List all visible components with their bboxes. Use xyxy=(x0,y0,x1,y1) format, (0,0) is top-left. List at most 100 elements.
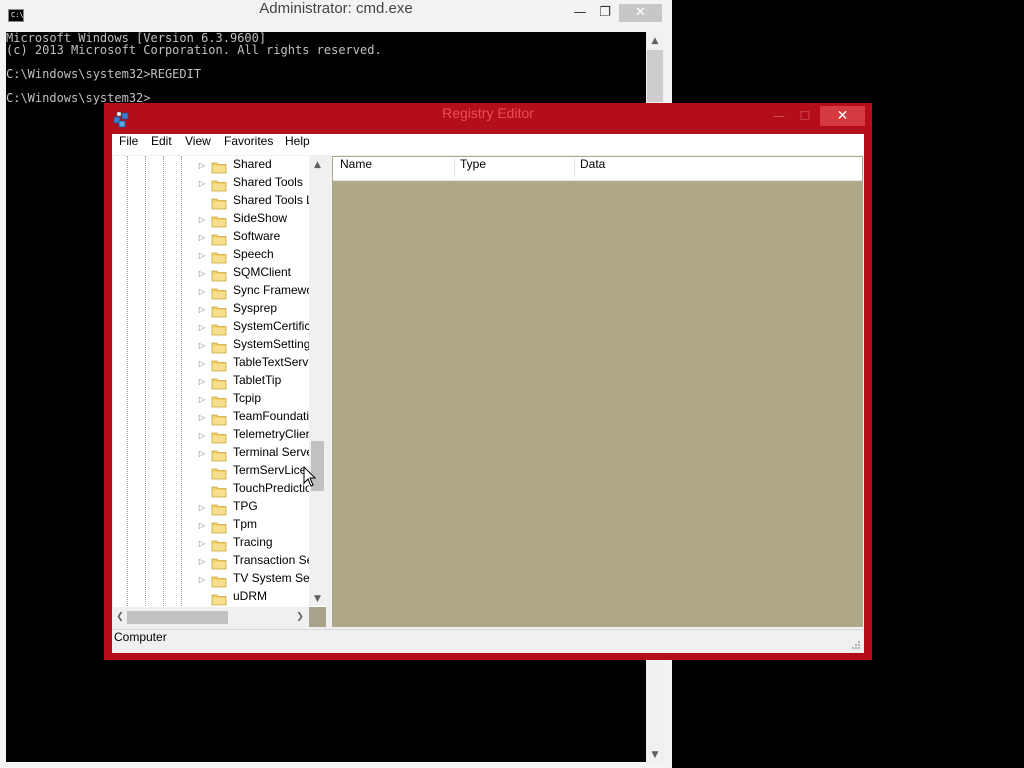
tree-item[interactable]: ▷ Transaction Se xyxy=(196,553,311,571)
menu-favorites[interactable]: Favorites xyxy=(224,134,273,155)
folder-icon xyxy=(211,519,227,534)
tree-vertical-scrollbar[interactable] xyxy=(309,156,326,606)
expand-arrow-icon xyxy=(196,589,208,607)
tree-item-label: TouchPredictio xyxy=(233,481,311,495)
folder-icon xyxy=(211,393,227,408)
expand-arrow-icon[interactable]: ▷ xyxy=(196,391,208,409)
expand-arrow-icon[interactable]: ▷ xyxy=(196,373,208,391)
expand-arrow-icon[interactable]: ▷ xyxy=(196,247,208,265)
tree-item[interactable]: ▷ Software xyxy=(196,229,311,247)
menu-view[interactable]: View xyxy=(185,134,211,155)
tree-scroll-right-icon[interactable]: ❯ xyxy=(293,608,307,626)
tree-guide-line xyxy=(127,156,128,606)
tree-item-label: Speech xyxy=(233,247,274,261)
regedit-minimize-button[interactable]: — xyxy=(766,106,792,126)
expand-arrow-icon[interactable]: ▷ xyxy=(196,445,208,463)
tree-scroll-down-icon[interactable]: ▼ xyxy=(309,591,326,607)
column-divider[interactable] xyxy=(454,158,455,179)
expand-arrow-icon xyxy=(196,193,208,211)
tree-item[interactable]: ▷ Tpm xyxy=(196,517,311,535)
tree-item-label: Sync Framewo xyxy=(233,283,311,297)
expand-arrow-icon[interactable]: ▷ xyxy=(196,337,208,355)
tree-item[interactable]: ▷ TeamFoundati xyxy=(196,409,311,427)
tree-item[interactable]: ▷ Speech xyxy=(196,247,311,265)
tree-item-label: Tpm xyxy=(233,517,257,531)
folder-icon xyxy=(211,591,227,606)
registry-values-pane[interactable] xyxy=(332,156,863,627)
tree-item[interactable]: ▷ Shared Tools xyxy=(196,175,311,193)
expand-arrow-icon[interactable]: ▷ xyxy=(196,553,208,571)
tree-item[interactable]: ▷ TPG xyxy=(196,499,311,517)
column-header-data[interactable]: Data xyxy=(580,157,605,180)
status-bar xyxy=(112,629,864,653)
tree-item[interactable]: ▷ TV System Ser xyxy=(196,571,311,589)
tree-guide-line xyxy=(145,156,146,606)
expand-arrow-icon[interactable]: ▷ xyxy=(196,265,208,283)
expand-arrow-icon[interactable]: ▷ xyxy=(196,499,208,517)
regedit-close-button[interactable]: ✕ xyxy=(820,106,865,126)
cmd-scroll-down-icon[interactable]: ▼ xyxy=(646,746,664,764)
menu-file[interactable]: File xyxy=(119,134,138,155)
expand-arrow-icon[interactable]: ▷ xyxy=(196,319,208,337)
expand-arrow-icon[interactable]: ▷ xyxy=(196,175,208,193)
tree-item[interactable]: ▷ Terminal Serve xyxy=(196,445,311,463)
folder-icon xyxy=(211,447,227,462)
expand-arrow-icon[interactable]: ▷ xyxy=(196,157,208,175)
folder-icon xyxy=(211,267,227,282)
tree-item[interactable]: Shared Tools L xyxy=(196,193,311,211)
tree-scroll-up-icon[interactable]: ▲ xyxy=(309,157,326,173)
folder-icon xyxy=(211,159,227,174)
tree-item[interactable]: uDRM xyxy=(196,589,311,607)
tree-item[interactable]: ▷ Sysprep xyxy=(196,301,311,319)
tree-item-label: Sysprep xyxy=(233,301,278,315)
cmd-restore-button[interactable]: ❐ xyxy=(590,4,620,22)
tree-item[interactable]: ▷ SystemCertific xyxy=(196,319,311,337)
tree-item[interactable]: ▷ Sync Framewo xyxy=(196,283,311,301)
resize-grip-icon[interactable] xyxy=(851,640,861,650)
tree-item-label: Shared xyxy=(233,157,272,171)
tree-item[interactable]: ▷ SystemSetting xyxy=(196,337,311,355)
tree-item[interactable]: ▷ SQMClient xyxy=(196,265,311,283)
column-header-name[interactable]: Name xyxy=(340,157,372,180)
tree-scroll-left-icon[interactable]: ❮ xyxy=(113,608,127,626)
tree-item[interactable]: ▷ SideShow xyxy=(196,211,311,229)
menu-help[interactable]: Help xyxy=(285,134,310,155)
column-header-type[interactable]: Type xyxy=(460,157,486,180)
tree-item[interactable]: TermServLice xyxy=(196,463,311,481)
tree-item[interactable]: ▷ Tracing xyxy=(196,535,311,553)
cmd-scroll-up-icon[interactable]: ▲ xyxy=(646,32,664,50)
folder-icon xyxy=(211,285,227,300)
folder-icon xyxy=(211,429,227,444)
expand-arrow-icon[interactable]: ▷ xyxy=(196,571,208,589)
tree-guide-line xyxy=(181,156,182,606)
tree-item[interactable]: ▷ Tcpip xyxy=(196,391,311,409)
regedit-maximize-button[interactable]: ☐ xyxy=(792,106,818,126)
expand-arrow-icon[interactable]: ▷ xyxy=(196,211,208,229)
expand-arrow-icon[interactable]: ▷ xyxy=(196,535,208,553)
cmd-close-button[interactable]: ✕ xyxy=(619,4,662,22)
cmd-scroll-thumb[interactable] xyxy=(647,50,663,102)
expand-arrow-icon[interactable]: ▷ xyxy=(196,355,208,373)
folder-icon xyxy=(211,483,227,498)
tree-item-label: Shared Tools xyxy=(233,175,303,189)
tree-item[interactable]: TouchPredictio xyxy=(196,481,311,499)
tree-item[interactable]: ▷ TabletTip xyxy=(196,373,311,391)
status-path-text: Computer xyxy=(114,630,167,644)
expand-arrow-icon[interactable]: ▷ xyxy=(196,301,208,319)
menu-edit[interactable]: Edit xyxy=(151,134,172,155)
expand-arrow-icon[interactable]: ▷ xyxy=(196,229,208,247)
tree-item-label: TeamFoundati xyxy=(233,409,310,423)
tree-item-label: TPG xyxy=(233,499,258,513)
tree-item-label: Transaction Se xyxy=(233,553,311,567)
column-divider[interactable] xyxy=(574,158,575,179)
tree-item[interactable]: ▷ Shared xyxy=(196,157,311,175)
tree-item[interactable]: ▷ TelemetryClier xyxy=(196,427,311,445)
tree-item[interactable]: ▷ TableTextServi xyxy=(196,355,311,373)
expand-arrow-icon[interactable]: ▷ xyxy=(196,427,208,445)
tree-horizontal-scroll-thumb[interactable] xyxy=(127,611,228,624)
expand-arrow-icon[interactable]: ▷ xyxy=(196,409,208,427)
tree-item-label: SQMClient xyxy=(233,265,292,279)
expand-arrow-icon[interactable]: ▷ xyxy=(196,517,208,535)
folder-icon xyxy=(211,465,227,480)
expand-arrow-icon[interactable]: ▷ xyxy=(196,283,208,301)
